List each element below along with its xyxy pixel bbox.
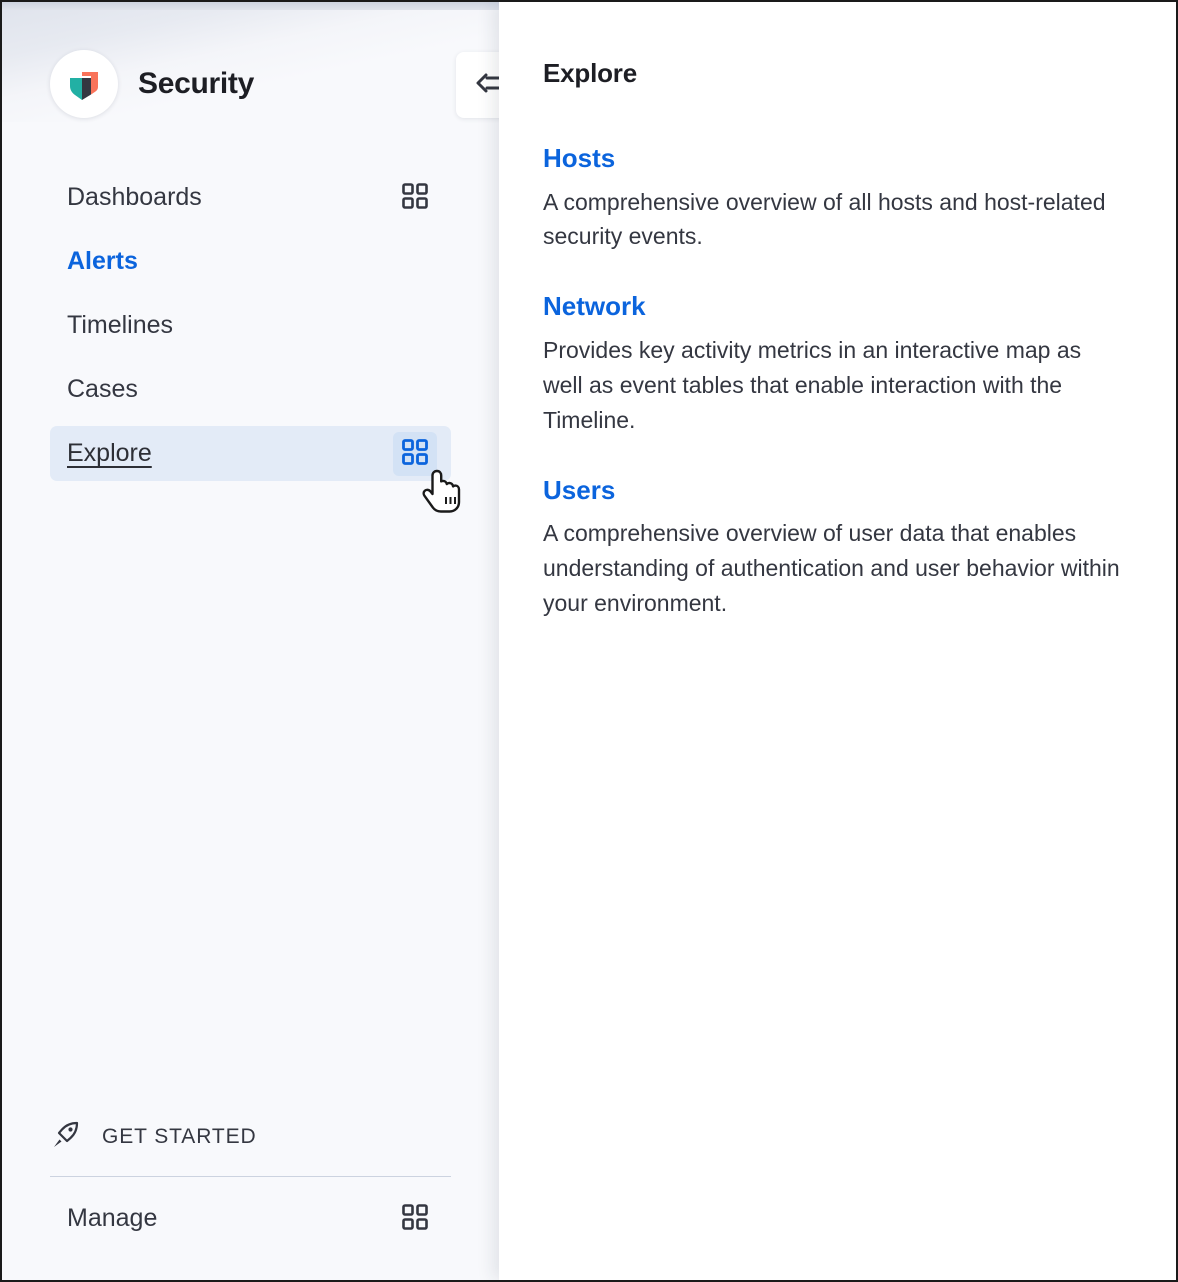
panel-description-users: A comprehensive overview of user data th… [543,516,1127,621]
grid-icon [402,183,428,212]
panel-link-groups: Hosts A comprehensive overview of all ho… [543,142,1127,621]
app-title: Security [138,67,254,101]
sidebar-item-label: Alerts [67,249,138,274]
sidebar-item-label: Timelines [67,313,173,338]
sidebar-item-label: Dashboards [67,185,202,210]
get-started-button[interactable]: GET STARTED [50,1108,451,1166]
brand: Security [50,50,254,118]
sidebar-item-label: Cases [67,377,138,402]
app-window: Security Dashboards [0,0,1178,1282]
sidebar-item-label: Manage [67,1204,157,1233]
elastic-security-shield-icon [50,50,118,118]
panel-title: Explore [543,58,637,89]
menu-collapse-left-icon [472,71,499,100]
panel-group-network: Network Provides key activity metrics in… [543,290,1127,437]
panel-link-hosts[interactable]: Hosts [543,142,1127,175]
explore-flyout-panel: Explore Hosts A comprehensive overview o… [499,2,1176,1280]
sidebar-item-alerts[interactable]: Alerts [50,234,451,289]
get-started-label: GET STARTED [102,1125,257,1149]
sidebar-item-label: Explore [67,441,152,466]
sidebar-item-cases[interactable]: Cases [50,362,451,417]
sidebar-item-explore[interactable]: Explore [50,426,451,481]
rocket-icon [50,1120,80,1155]
sidebar-footer: GET STARTED Manage [2,1108,499,1280]
explore-grid-button[interactable] [393,432,437,476]
primary-sidebar: Security Dashboards [2,2,499,1280]
sidebar-nav-list: Dashboards Alerts Timelines [2,170,499,490]
panel-description-hosts: A comprehensive overview of all hosts an… [543,185,1127,255]
panel-link-network[interactable]: Network [543,290,1127,323]
dashboards-grid-button[interactable] [393,176,437,220]
sidebar-item-manage[interactable]: Manage [50,1191,451,1246]
panel-description-network: Provides key activity metrics in an inte… [543,333,1127,438]
manage-grid-button[interactable] [393,1197,437,1241]
collapse-sidebar-button[interactable] [456,52,499,118]
panel-group-hosts: Hosts A comprehensive overview of all ho… [543,142,1127,254]
grid-icon [402,1204,428,1233]
footer-divider [50,1176,451,1177]
panel-group-users: Users A comprehensive overview of user d… [543,474,1127,621]
grid-icon [402,439,428,468]
panel-link-users[interactable]: Users [543,474,1127,507]
sidebar-item-dashboards[interactable]: Dashboards [50,170,451,225]
sidebar-item-timelines[interactable]: Timelines [50,298,451,353]
